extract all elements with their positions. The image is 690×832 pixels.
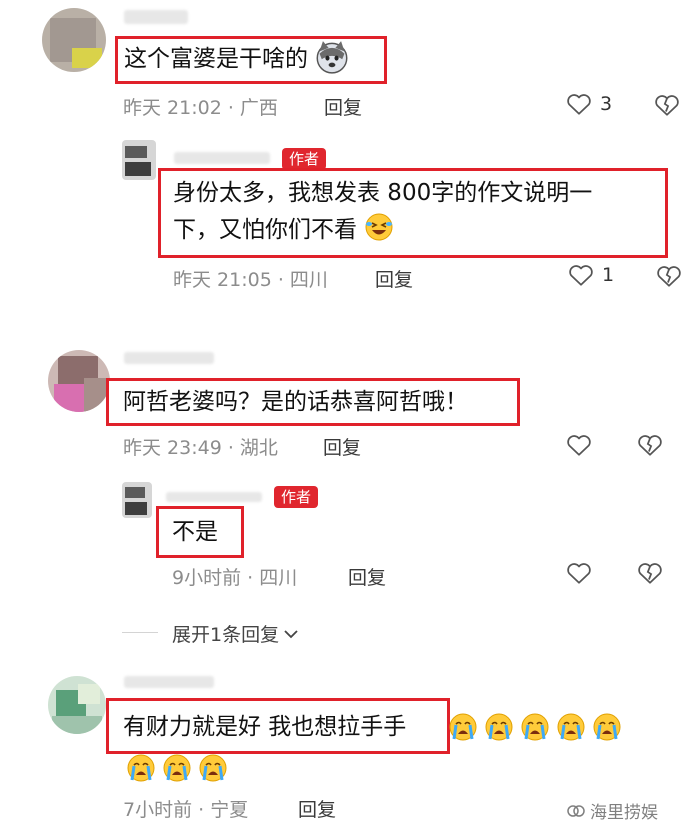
like-count: 3 (600, 93, 613, 115)
comment-time: 昨天 23:49 · 湖北 (123, 437, 278, 459)
reply-time: 昨天 21:05 · 四川 (173, 269, 328, 291)
reply-button[interactable]: 回复 (348, 563, 386, 590)
expand-replies-label: 展开1条回复 (172, 624, 280, 646)
avatar-image (48, 676, 106, 734)
watermark-logo-icon (567, 804, 585, 817)
reply-button[interactable]: 回复 (375, 265, 413, 292)
emoji-row (448, 712, 622, 742)
crying-emoji-icon (521, 713, 549, 741)
username[interactable] (174, 152, 270, 164)
avatar-image (48, 350, 110, 412)
broken-heart-icon[interactable] (637, 561, 663, 585)
avatar[interactable] (48, 350, 110, 412)
husky-emoji-icon (316, 40, 348, 74)
chevron-down-icon (284, 629, 298, 638)
reply-text: 身份太多，我想发表 800字的作文说明一 下，又怕你们不看 (173, 180, 593, 243)
comment-time: 7小时前 · 宁夏 (123, 799, 249, 821)
expand-divider (122, 632, 158, 633)
reply-button[interactable]: 回复 (324, 93, 362, 120)
comment-text: 这个富婆是干啥的 (124, 40, 349, 77)
avatar-image (122, 140, 156, 180)
like-button[interactable]: 1 (568, 263, 614, 287)
broken-heart-icon[interactable] (656, 264, 682, 288)
crying-emoji-icon (557, 713, 585, 741)
comment-text: 阿哲老婆吗？是的话恭喜阿哲哦！ (123, 389, 468, 415)
username[interactable] (124, 676, 214, 688)
reply-text: 不是 (172, 519, 218, 545)
crying-emoji-icon (485, 713, 513, 741)
username[interactable] (124, 352, 214, 364)
heart-outline-icon (569, 265, 593, 286)
crying-emoji-icon (199, 754, 227, 782)
author-badge: 作者 (282, 148, 327, 170)
watermark-text: 海里捞娱 (590, 803, 658, 823)
crying-emoji-icon (163, 754, 191, 782)
watermark: 海里捞娱 (566, 798, 658, 823)
reply-button[interactable]: 回复 (298, 795, 336, 822)
laughing-emoji-icon (365, 213, 393, 241)
like-button[interactable]: 3 (566, 92, 612, 116)
crying-emoji-icon (449, 713, 477, 741)
emoji-row (126, 753, 228, 783)
heart-outline-icon (567, 94, 591, 115)
author-badge: 作者 (274, 486, 319, 508)
like-count: 1 (602, 264, 615, 286)
crying-emoji-icon (127, 754, 155, 782)
reply-avatar[interactable] (122, 482, 152, 518)
comment-text: 有财力就是好 我也想拉手手 (123, 714, 407, 740)
avatar[interactable] (42, 8, 106, 72)
avatar[interactable] (48, 676, 106, 734)
broken-heart-icon[interactable] (637, 433, 663, 457)
crying-emoji-icon (593, 713, 621, 741)
heart-outline-icon[interactable] (566, 433, 592, 457)
heart-outline-icon[interactable] (566, 561, 592, 585)
username[interactable] (166, 492, 262, 502)
reply-avatar[interactable] (122, 140, 156, 180)
broken-heart-icon[interactable] (654, 93, 680, 117)
reply-time: 9小时前 · 四川 (172, 567, 298, 589)
avatar-image (122, 482, 152, 518)
expand-replies-button[interactable]: 展开1条回复 (172, 620, 301, 647)
reply-button[interactable]: 回复 (323, 433, 361, 460)
avatar-image (42, 8, 106, 72)
comment-time: 昨天 21:02 · 广西 (123, 97, 278, 119)
username[interactable] (124, 10, 188, 24)
